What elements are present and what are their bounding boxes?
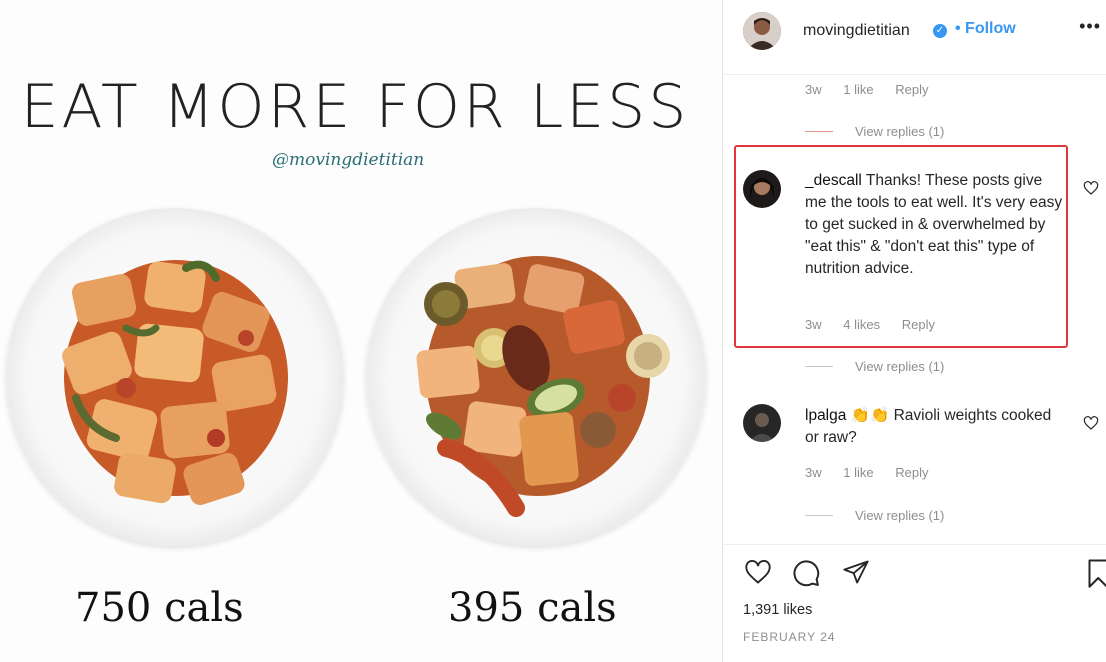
avatar[interactable] [743, 404, 781, 442]
post-title: EAT MORE FOR LESS [20, 72, 690, 142]
ravioli-dish-large [62, 260, 288, 506]
post-date: FEBRUARY 24 [743, 630, 836, 644]
comment-meta: 3w 1 like Reply [805, 465, 946, 480]
heart-icon[interactable] [1083, 180, 1099, 196]
post-handle: @movingdietitian [272, 150, 425, 170]
reply-button[interactable]: Reply [895, 465, 928, 480]
comment-likes[interactable]: 1 like [843, 465, 873, 480]
calories-right: 395 cals [448, 585, 617, 631]
header-divider [723, 74, 1106, 75]
view-replies-button[interactable]: View replies (1) [855, 124, 944, 139]
comment-time: 3w [805, 82, 822, 97]
plate-left [6, 208, 344, 546]
bookmark-icon[interactable] [1087, 558, 1106, 588]
more-options-icon[interactable]: ••• [1079, 16, 1101, 37]
profile-photo [743, 404, 781, 442]
highlight-box [734, 145, 1068, 348]
post-image: EAT MORE FOR LESS @movingdietitian 750 c… [0, 0, 722, 662]
heart-icon[interactable] [1083, 415, 1099, 431]
paper-plane-icon[interactable] [841, 558, 871, 586]
view-replies-button[interactable]: View replies (1) [855, 508, 944, 523]
comment-meta: 3w 1 like Reply [805, 82, 946, 97]
actions-divider [723, 544, 1106, 545]
comment-body: lpalga 👏👏 Ravioli weights cooked or raw? [805, 405, 1067, 449]
heart-icon[interactable] [743, 558, 773, 586]
plate-right [366, 208, 706, 546]
action-bar [723, 554, 1106, 594]
verified-badge-icon: ✓ [933, 24, 947, 38]
comment-likes[interactable]: 1 like [843, 82, 873, 97]
comment-icon[interactable] [791, 558, 821, 588]
reply-divider [805, 131, 833, 132]
reply-divider [805, 515, 833, 516]
reply-button[interactable]: Reply [895, 82, 928, 97]
calories-left: 750 cals [75, 585, 244, 631]
avatar[interactable] [743, 12, 781, 50]
profile-photo [743, 12, 781, 50]
comment-username[interactable]: lpalga [805, 407, 846, 424]
comment-time: 3w [805, 465, 822, 480]
follow-button[interactable]: • Follow [955, 20, 1016, 38]
likes-count[interactable]: 1,391 likes [743, 602, 812, 618]
post-header: movingdietitian ✓ • Follow ••• [723, 0, 1106, 62]
post-username[interactable]: movingdietitian [803, 22, 910, 40]
ravioli-vegetable-dish [416, 256, 670, 517]
clapping-emoji: 👏👏 [850, 407, 890, 424]
view-replies-button[interactable]: View replies (1) [855, 359, 944, 374]
reply-divider [805, 366, 833, 367]
